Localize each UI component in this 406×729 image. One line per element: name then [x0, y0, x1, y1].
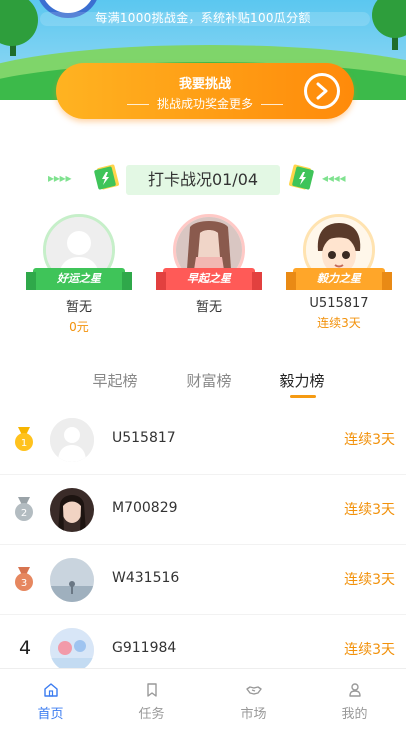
- gold-medal-icon: 1: [15, 427, 33, 451]
- cartoon-photo-icon: [50, 628, 94, 672]
- nav-label: 任务: [138, 707, 165, 722]
- nav-label: 首页: [37, 707, 64, 722]
- rank-value: 连续3天: [344, 502, 395, 518]
- tab-perseverance[interactable]: 毅力榜: [257, 370, 347, 391]
- tab-early-rise[interactable]: 早起榜: [70, 370, 160, 391]
- handshake-icon: [245, 686, 262, 695]
- checkin-status-header: ▸ ▸ ▸ ▸ 打卡战况01/04 ◂ ◂ ◂ ◂: [0, 163, 406, 195]
- podium-name: 暂无: [65, 300, 92, 315]
- rank-user-name: U515817: [112, 430, 176, 446]
- ranking-tabs: 早起榜 财富榜 毅力榜: [0, 370, 406, 400]
- podium-value: 连续3天: [317, 316, 361, 330]
- table-row[interactable]: 3 W431516 连续3天: [0, 545, 406, 615]
- bookmark-icon: [146, 683, 157, 697]
- challenge-button[interactable]: 我要挑战 挑战成功奖金更多: [56, 63, 354, 119]
- avatar: [50, 488, 94, 532]
- hero-banner: 每满1000挑战金，系统补贴100瓜分额 我要挑战 挑战成功奖金更多: [0, 0, 406, 150]
- active-tab-indicator: [290, 395, 316, 398]
- section-title: 打卡战况01/04: [126, 165, 280, 195]
- nav-home[interactable]: 首页: [0, 669, 101, 729]
- badge-ribbon: 早起之星: [156, 268, 262, 290]
- podium-value: 0元: [69, 320, 89, 334]
- podium-value: [154, 318, 264, 334]
- user-icon: [348, 683, 361, 697]
- bottom-nav: 首页 任务 市场 我的: [0, 668, 406, 729]
- tab-wealth[interactable]: 财富榜: [164, 370, 254, 391]
- nav-market[interactable]: 市场: [203, 669, 304, 729]
- podium-perseverance-star[interactable]: 毅力之星 U515817 连续3天: [284, 214, 394, 330]
- rank-number: 4: [18, 637, 32, 659]
- svg-text:3: 3: [21, 578, 27, 589]
- nav-label: 市场: [240, 707, 267, 722]
- svg-text:2: 2: [21, 508, 27, 519]
- rank-user-name: M700829: [112, 500, 178, 516]
- rank-value: 连续3天: [344, 572, 395, 588]
- subsidy-notice: 每满1000挑战金，系统补贴100瓜分额: [95, 11, 311, 25]
- table-row[interactable]: 2 M700829 连续3天: [0, 475, 406, 545]
- rank-value: 连续3天: [344, 432, 395, 448]
- lightning-ticket-icon: [289, 164, 314, 190]
- nav-label: 我的: [341, 707, 368, 722]
- podium-lucky-star[interactable]: 好运之星 暂无 0元: [24, 214, 134, 334]
- avatar: [50, 628, 94, 672]
- badge-ribbon: 好运之星: [26, 268, 132, 290]
- bronze-medal-icon: 3: [15, 567, 33, 591]
- lightning-ticket-icon: [94, 164, 119, 190]
- podium-name: U515817: [309, 296, 369, 311]
- table-row[interactable]: 1 U515817 连续3天: [0, 405, 406, 475]
- silver-medal-icon: 2: [15, 497, 33, 521]
- landscape-photo-icon: [50, 558, 94, 602]
- nav-tasks[interactable]: 任务: [101, 669, 202, 729]
- rank-user-name: W431516: [112, 570, 180, 586]
- podium-name: 暂无: [195, 300, 222, 315]
- badge-ribbon: 毅力之星: [286, 268, 392, 290]
- chevrons-right-icon: ▸ ▸ ▸ ▸: [48, 171, 72, 185]
- user-photo-icon: [50, 488, 94, 532]
- podium-early-star[interactable]: 早起之星 暂无: [154, 214, 264, 334]
- rank-value: 连续3天: [344, 642, 395, 658]
- chevrons-left-icon: ◂ ◂ ◂ ◂: [322, 171, 346, 185]
- svg-text:1: 1: [21, 438, 27, 449]
- nav-profile[interactable]: 我的: [304, 669, 405, 729]
- chevron-right-icon: [304, 73, 340, 109]
- rank-user-name: G911984: [112, 640, 177, 656]
- default-avatar-icon: [50, 418, 94, 462]
- home-icon: [43, 683, 58, 697]
- avatar: [50, 418, 94, 462]
- avatar: [50, 558, 94, 602]
